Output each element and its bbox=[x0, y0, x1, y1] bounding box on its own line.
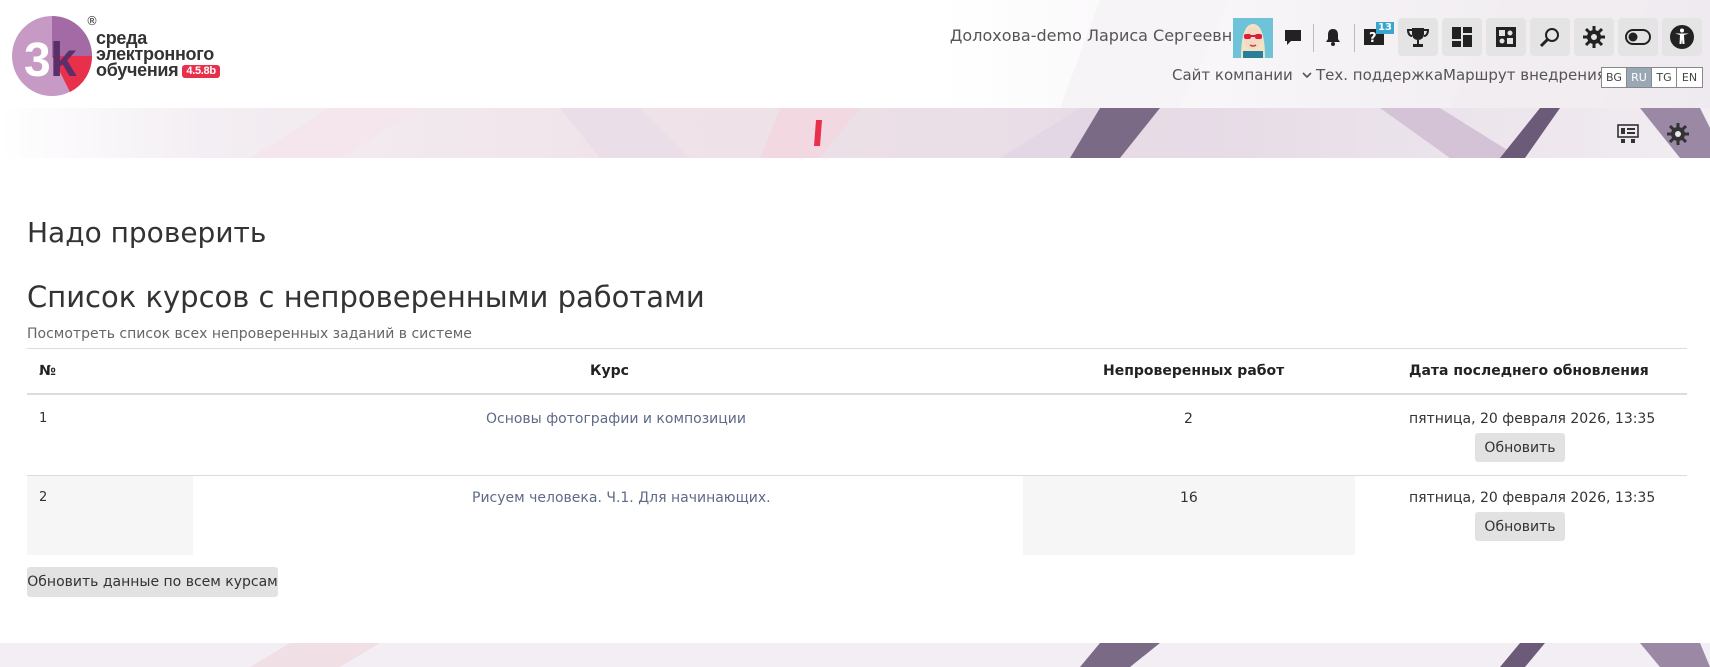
puzzle-icon bbox=[1496, 27, 1516, 47]
questions-count-badge: 13 bbox=[1376, 22, 1394, 34]
course-link[interactable]: Основы фотографии и композиции bbox=[486, 411, 746, 427]
chat-icon bbox=[1285, 30, 1301, 45]
user-name[interactable]: Долохова-demo Лариса Сергеевна bbox=[950, 26, 1242, 45]
col-header-count: Непроверенных работ bbox=[1103, 363, 1285, 379]
unchecked-count: 2 bbox=[1184, 411, 1193, 427]
block-config-icon bbox=[1617, 124, 1639, 143]
col-header-course: Курс bbox=[590, 363, 629, 379]
gear-icon bbox=[1583, 26, 1605, 48]
logo[interactable]: 3 k ® среда электронного обучения 4.5.8b bbox=[10, 14, 230, 100]
page-title: Надо проверить bbox=[27, 216, 267, 249]
header: 3 k ® среда электронного обучения 4.5.8b … bbox=[0, 0, 1710, 108]
divider bbox=[1354, 24, 1355, 52]
table-header: № Курс Непроверенных работ Дата последне… bbox=[27, 349, 1687, 395]
questions-button[interactable]: ? 13 bbox=[1356, 18, 1396, 56]
search-button[interactable] bbox=[1530, 18, 1570, 56]
row-num: 1 bbox=[39, 411, 48, 426]
decorative-band bbox=[0, 108, 1710, 158]
settings-gear-icon bbox=[1667, 123, 1689, 145]
company-site-label: Сайт компании bbox=[1172, 66, 1293, 84]
notifications-button[interactable] bbox=[1313, 18, 1353, 56]
theme-toggle-button[interactable] bbox=[1618, 18, 1658, 56]
unchecked-count: 16 bbox=[1180, 490, 1198, 506]
registered-mark: ® bbox=[86, 14, 98, 28]
version-badge: 4.5.8b bbox=[182, 65, 220, 78]
lang-bg[interactable]: BG bbox=[1602, 68, 1627, 87]
trophy-icon bbox=[1406, 28, 1430, 47]
svg-text:3: 3 bbox=[24, 34, 51, 87]
lang-ru[interactable]: RU bbox=[1627, 68, 1652, 87]
refresh-all-button[interactable]: Обновить данные по всем курсам bbox=[27, 567, 278, 597]
avatar-image bbox=[1233, 18, 1273, 58]
col-header-num: № bbox=[39, 363, 56, 379]
user-avatar[interactable] bbox=[1233, 18, 1273, 58]
logo-line-3-text: обучения bbox=[96, 60, 179, 80]
cell-background bbox=[1023, 476, 1355, 555]
logo-line-3: обучения 4.5.8b bbox=[96, 60, 220, 80]
logo-mark-icon: 3 k bbox=[12, 16, 93, 96]
support-link[interactable]: Тех. поддержка bbox=[1316, 66, 1443, 84]
dashboard-icon bbox=[1452, 27, 1472, 47]
section-title: Список курсов с непроверенными работами bbox=[27, 280, 705, 314]
footer-decorative-band bbox=[0, 643, 1710, 667]
all-unchecked-link[interactable]: Посмотреть список всех непроверенных зад… bbox=[27, 326, 472, 342]
page-settings-button[interactable] bbox=[1666, 122, 1690, 146]
bell-icon bbox=[1326, 29, 1340, 46]
block-config-button[interactable] bbox=[1616, 122, 1640, 146]
achievements-button[interactable] bbox=[1398, 18, 1438, 56]
refresh-course-button[interactable]: Обновить bbox=[1475, 512, 1565, 541]
route-link[interactable]: Маршрут внедрения bbox=[1443, 66, 1606, 84]
lang-en[interactable]: EN bbox=[1677, 68, 1702, 87]
accessibility-icon bbox=[1670, 25, 1694, 49]
company-site-link[interactable]: Сайт компании bbox=[1172, 66, 1312, 84]
messages-button[interactable] bbox=[1273, 18, 1313, 56]
toggle-icon bbox=[1625, 29, 1651, 45]
settings-button[interactable] bbox=[1574, 18, 1614, 56]
dashboard-button[interactable] bbox=[1442, 18, 1482, 56]
logo-text: среда электронного обучения 4.5.8b bbox=[96, 29, 220, 80]
accessibility-button[interactable] bbox=[1662, 18, 1702, 56]
language-switcher: BG RU TG EN bbox=[1601, 67, 1703, 88]
course-link[interactable]: Рисуем человека. Ч.1. Для начинающих. bbox=[472, 490, 771, 506]
lang-tg[interactable]: TG bbox=[1652, 68, 1677, 87]
last-update-date: пятница, 20 февраля 2026, 13:35 bbox=[1409, 411, 1656, 427]
cell-background bbox=[27, 476, 193, 555]
chevron-down-icon bbox=[1301, 72, 1312, 79]
modules-button[interactable] bbox=[1486, 18, 1526, 56]
refresh-course-button[interactable]: Обновить bbox=[1475, 433, 1565, 462]
svg-text:k: k bbox=[50, 34, 77, 87]
col-header-date: Дата последнего обновления bbox=[1409, 363, 1649, 379]
last-update-date: пятница, 20 февраля 2026, 13:35 bbox=[1409, 490, 1656, 506]
row-num: 2 bbox=[39, 490, 48, 505]
table-row: 1 Основы фотографии и композиции 2 пятни… bbox=[27, 397, 1687, 476]
search-icon bbox=[1539, 28, 1559, 48]
table-row: 2 Рисуем человека. Ч.1. Для начинающих. … bbox=[27, 476, 1687, 555]
